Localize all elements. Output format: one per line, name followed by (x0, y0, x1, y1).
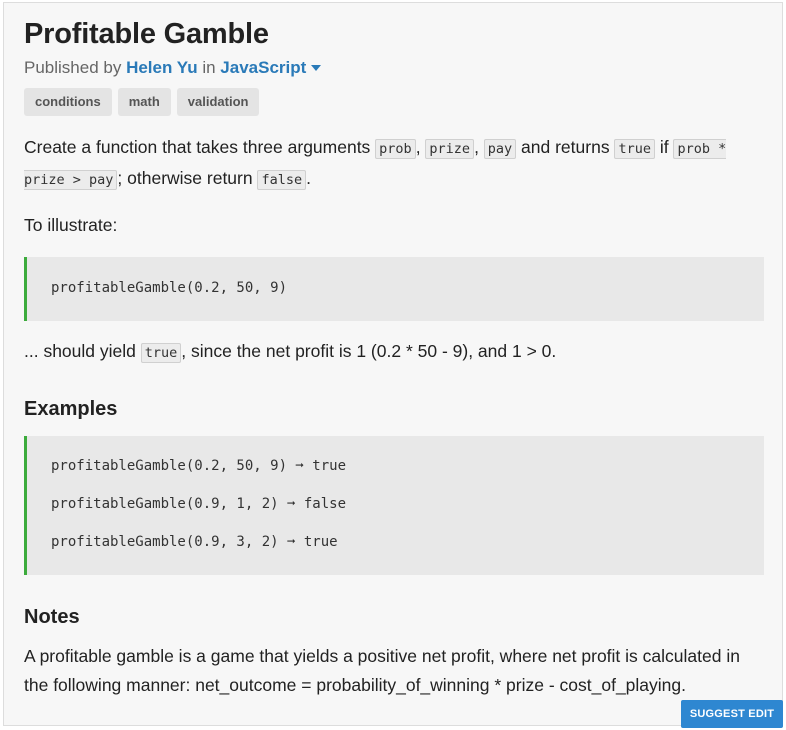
language-dropdown[interactable]: JavaScript (220, 58, 322, 77)
example-line: profitableGamble(0.9, 3, 2) ➞ true (51, 534, 338, 550)
published-by-label: Published by (24, 58, 122, 77)
inline-code-pay: pay (483, 139, 517, 159)
inline-code-true: true (614, 139, 655, 159)
notes-paragraph: A profitable gamble is a game that yield… (24, 646, 740, 695)
example-line: profitableGamble(0.2, 50, 9) ➞ true (51, 458, 347, 474)
description-text: Create a function that takes three argum… (24, 137, 376, 157)
in-label: in (202, 58, 216, 77)
examples-heading: Examples (24, 398, 118, 420)
yield-text: , since the net profit is 1 (0.2 * 50 - … (181, 341, 557, 361)
separator: , (415, 137, 426, 157)
examples-code-block: profitableGamble(0.2, 50, 9) ➞ true prof… (24, 436, 764, 575)
inline-code-prize: prize (425, 139, 475, 159)
inline-code-false: false (257, 170, 307, 190)
language-label: JavaScript (220, 58, 307, 77)
description-text: ; otherwise return (117, 168, 258, 188)
illustrate-code-block: profitableGamble(0.2, 50, 9) (24, 257, 764, 321)
tag-math[interactable]: math (117, 88, 171, 116)
tag-list: conditions math validation (24, 88, 764, 116)
notes-heading: Notes (24, 606, 80, 628)
description-paragraph: Create a function that takes three argum… (24, 133, 764, 195)
description-text: if (654, 137, 674, 157)
yield-text: ... should yield (24, 341, 141, 361)
inline-code-prob: prob (375, 139, 416, 159)
separator: , (474, 137, 484, 157)
publish-meta: Published by Helen Yu in JavaScript (24, 57, 764, 79)
caret-down-icon (311, 64, 322, 71)
challenge-content: Profitable Gamble Published by Helen Yu … (24, 17, 764, 700)
challenge-title: Profitable Gamble (24, 18, 269, 50)
yield-paragraph: ... should yield true, since the net pro… (24, 337, 764, 368)
illustrate-label: To illustrate: (24, 215, 118, 235)
challenge-panel: Profitable Gamble Published by Helen Yu … (3, 2, 783, 726)
tag-conditions[interactable]: conditions (24, 88, 112, 116)
author-link[interactable]: Helen Yu (126, 58, 198, 77)
example-line: profitableGamble(0.9, 1, 2) ➞ false (51, 496, 347, 512)
inline-code-true: true (140, 343, 182, 363)
suggest-edit-button[interactable]: SUGGEST EDIT (681, 700, 783, 728)
description-text: and returns (516, 137, 615, 157)
description-text: . (306, 168, 311, 188)
tag-validation[interactable]: validation (176, 88, 260, 116)
